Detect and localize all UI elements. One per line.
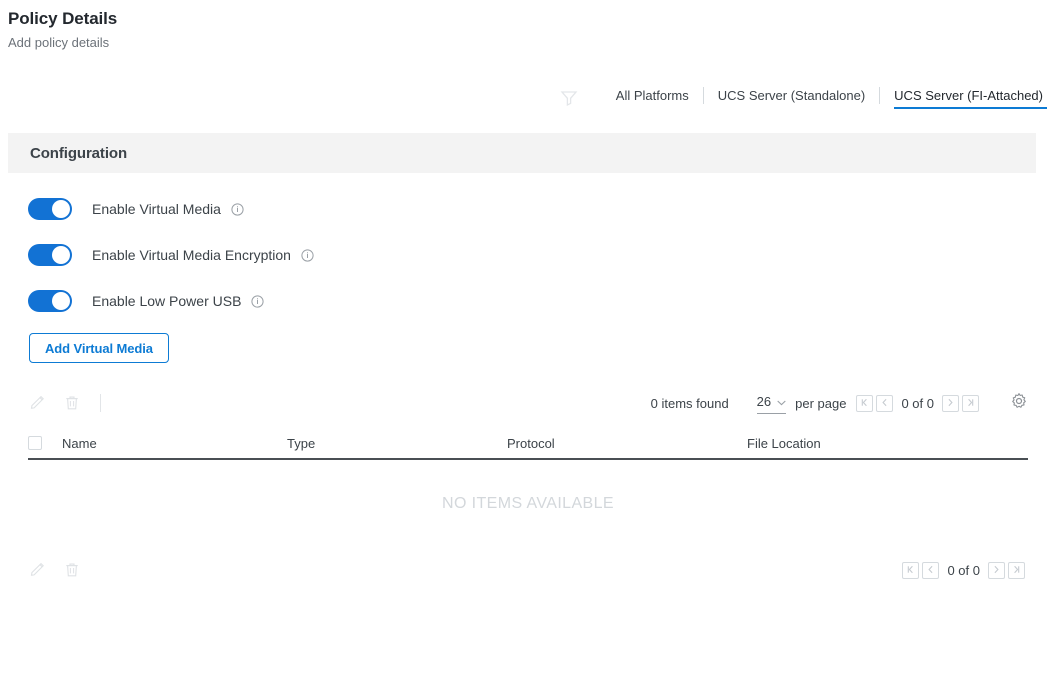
column-header-name[interactable]: Name — [62, 436, 287, 451]
per-page-select[interactable]: 26 — [757, 393, 786, 414]
page-subtitle: Add policy details — [8, 34, 117, 52]
footer-last-page-button[interactable] — [1008, 562, 1025, 579]
last-page-icon — [966, 394, 975, 412]
toggle-row-enable-virtual-media: Enable Virtual Media — [28, 197, 314, 221]
configuration-section-header: Configuration — [8, 133, 1036, 173]
delete-button[interactable] — [62, 393, 96, 413]
info-circle-icon[interactable] — [231, 203, 244, 216]
page-title: Policy Details — [8, 8, 117, 30]
chevron-down-icon — [777, 393, 786, 411]
platform-filter-bar: All Platforms UCS Server (Standalone) UC… — [558, 82, 1047, 114]
page-header: Policy Details Add policy details — [8, 8, 117, 52]
footer-edit-button[interactable] — [28, 560, 62, 580]
trash-delete-icon[interactable] — [62, 393, 82, 413]
next-page-icon — [992, 561, 1001, 579]
toggle-enable-virtual-media[interactable] — [28, 198, 72, 220]
footer-delete-button[interactable] — [62, 560, 96, 580]
page-status: 0 of 0 — [901, 396, 934, 411]
platform-tab-ucs-server-fi-attached[interactable]: UCS Server (FI-Attached) — [880, 87, 1047, 109]
footer-prev-page-button[interactable] — [922, 562, 939, 579]
table-settings-button[interactable] — [1010, 392, 1028, 415]
filter-funnel-icon[interactable] — [558, 87, 580, 109]
configuration-toggle-list: Enable Virtual Media Enable Virtual Medi… — [28, 197, 314, 335]
toggle-knob — [52, 292, 70, 310]
column-header-type[interactable]: Type — [287, 436, 507, 451]
column-header-file-location[interactable]: File Location — [747, 436, 947, 451]
prev-page-icon — [880, 394, 889, 412]
footer-page-status: 0 of 0 — [947, 563, 980, 578]
trash-delete-icon[interactable] — [62, 560, 82, 580]
last-page-icon — [1012, 561, 1021, 579]
platform-tab-ucs-server-standalone[interactable]: UCS Server (Standalone) — [704, 87, 879, 109]
toggle-knob — [52, 200, 70, 218]
footer-next-page-button[interactable] — [988, 562, 1005, 579]
toggle-knob — [52, 246, 70, 264]
platform-tab-all-platforms[interactable]: All Platforms — [602, 87, 703, 109]
last-page-button[interactable] — [962, 395, 979, 412]
table-empty-state: NO ITEMS AVAILABLE — [28, 462, 1028, 546]
table-header-row: Name Type Protocol File Location — [28, 428, 1028, 460]
toggle-label-enable-low-power-usb: Enable Low Power USB — [92, 292, 241, 310]
footer-first-page-button[interactable] — [902, 562, 919, 579]
toggle-enable-low-power-usb[interactable] — [28, 290, 72, 312]
first-page-icon — [906, 561, 915, 579]
gear-settings-icon — [1010, 392, 1028, 415]
toggle-enable-virtual-media-encryption[interactable] — [28, 244, 72, 266]
per-page-label: per page — [795, 396, 846, 411]
items-found-count: 0 items found — [651, 396, 729, 411]
toggle-label-enable-virtual-media: Enable Virtual Media — [92, 200, 221, 218]
edit-button[interactable] — [28, 393, 62, 413]
pencil-edit-icon[interactable] — [28, 393, 48, 413]
info-circle-icon[interactable] — [251, 295, 264, 308]
prev-page-button[interactable] — [876, 395, 893, 412]
table-footer-toolbar: 0 of 0 — [28, 554, 1028, 586]
add-virtual-media-button[interactable]: Add Virtual Media — [29, 333, 169, 363]
next-page-button[interactable] — [942, 395, 959, 412]
next-page-icon — [946, 394, 955, 412]
toggle-label-enable-virtual-media-encryption: Enable Virtual Media Encryption — [92, 246, 291, 264]
column-header-protocol[interactable]: Protocol — [507, 436, 747, 451]
per-page-value: 26 — [757, 394, 771, 409]
toggle-row-enable-low-power-usb: Enable Low Power USB — [28, 289, 314, 313]
prev-page-icon — [926, 561, 935, 579]
info-circle-icon[interactable] — [301, 249, 314, 262]
configuration-section-title: Configuration — [30, 145, 127, 162]
first-page-button[interactable] — [856, 395, 873, 412]
select-all-checkbox[interactable] — [28, 436, 42, 450]
first-page-icon — [860, 394, 869, 412]
toggle-row-enable-virtual-media-encryption: Enable Virtual Media Encryption — [28, 243, 314, 267]
pencil-edit-icon[interactable] — [28, 560, 48, 580]
toolbar-divider — [100, 394, 101, 412]
policy-details-page: Policy Details Add policy details All Pl… — [0, 0, 1051, 676]
table-toolbar: 0 items found 26 per page — [28, 386, 1028, 420]
